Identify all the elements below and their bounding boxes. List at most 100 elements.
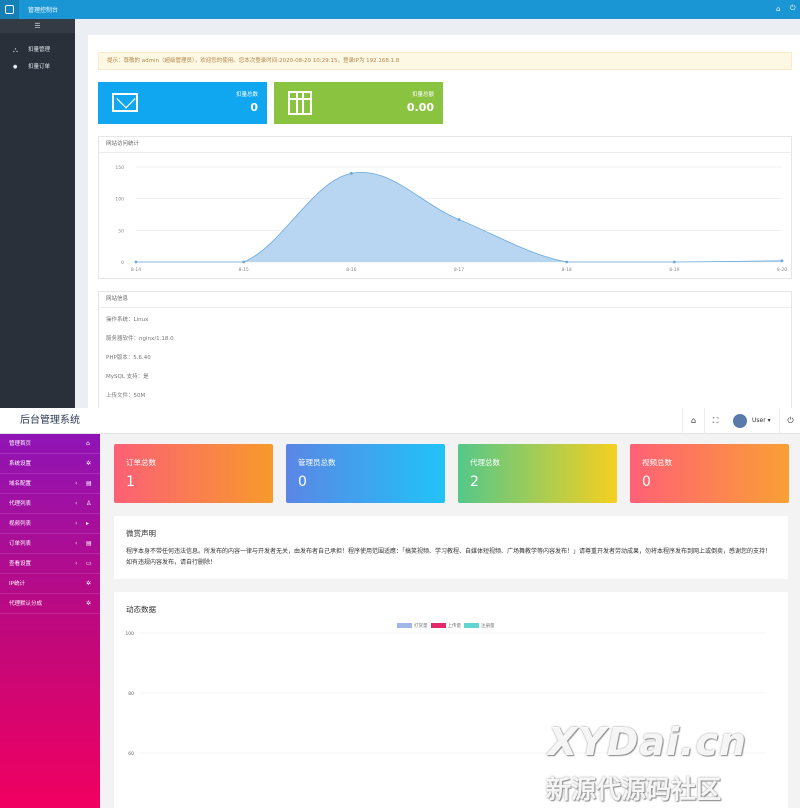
data-point [457,218,461,221]
bottom-header: 后台管理系统 ⌂ ⛶ User ▾ ⏻ [0,408,800,434]
sidebar-item-7[interactable]: IP统计 ✲ [0,574,100,594]
sidebar-item-label: 扣量管理 [28,47,51,53]
chevron-left-icon: ‹ [75,560,78,567]
menu-icon: ⌂ [86,440,90,447]
sidebar-item-label: 视频列表 [9,521,32,527]
panel-title: 网站访问统计 [99,137,791,153]
sitemap-icon: ⛬ [13,46,18,54]
y-tick-label: 80 [128,691,134,697]
sidebar-item-label: 域名配置 [9,481,32,487]
data-point [242,260,246,264]
menu-icon: ▸ [86,520,90,527]
home-icon[interactable]: ⌂ [776,5,780,13]
stat-label: 代理总数 [470,458,500,467]
data-point [565,260,569,264]
sidebar-item-0[interactable]: 管理首页 ⌂ [0,434,100,454]
sidebar-item-label: 扣量订单 [28,64,51,70]
data-point [349,171,353,175]
stat-label: 扣量总额 [411,92,434,98]
app-menu-icon[interactable] [0,0,19,19]
sidebar-collapse-icon[interactable]: ☰ [0,19,75,33]
data-point [672,260,676,264]
sidebar-item-8[interactable]: 代理默认分成 ✲ [0,594,100,614]
envelope-icon [112,93,138,112]
info-php: PHP版本：5.6.40 [106,355,151,361]
y-tick-label: 100 [125,631,134,637]
power-icon[interactable]: ⏻ [779,408,800,434]
sidebar-item-6[interactable]: 查看设置 ‹ ▭ [0,554,100,574]
sidebar-item-deduct-orders[interactable]: ● 扣量订单 [0,59,75,75]
stat-card-deduct-amount: 扣量总额 0.00 [274,82,443,124]
sidebar-item-1[interactable]: 系统设置 ✲ [0,454,100,474]
sidebar-item-4[interactable]: 视频列表 ‹ ▸ [0,514,100,534]
sidebar-item-label: 管理首页 [9,441,32,447]
user-menu[interactable]: User ▾ [752,417,771,424]
stat-label: 管理员总数 [298,458,336,467]
info-mysql: MySQL 支持：是 [106,374,149,380]
y-tick-label: 100 [115,197,124,203]
x-tick-label: 8-20 [777,267,787,273]
stat-value: 0 [298,474,307,490]
x-tick-label: 8-16 [346,267,356,273]
info-upload: 上传文件：50M [106,393,146,399]
sidebar-item-label: IP统计 [9,581,25,587]
menu-icon: ▭ [86,560,92,567]
data-point [134,260,138,264]
x-tick-label: 8-14 [131,267,141,273]
sidebar-item-label: 查看设置 [9,561,32,567]
chevron-left-icon: ‹ [75,500,78,507]
disclaimer-panel: 微赏声明 程序本身不带任何违法信息。所发布的内容一律与开发者无关，由发布者自己承… [114,516,788,579]
table-icon [288,91,312,115]
sidebar-item-deduct-manage[interactable]: ⛬ 扣量管理 [0,42,75,58]
power-icon[interactable]: ⏻ [790,4,796,13]
stat-card: 管理员总数 0 [286,444,445,503]
legend-swatch[interactable] [397,623,412,628]
x-tick-label: 8-19 [669,267,679,273]
stat-card-deduct-count: 扣量总数 0 [98,82,267,124]
stat-value: 1 [126,474,135,490]
sidebar-item-label: 代理列表 [9,501,32,507]
info-os: 操作系统：Linux [106,317,149,323]
legend-swatch[interactable] [464,623,479,628]
sidebar-item-2[interactable]: 域名配置 ‹ ▤ [0,474,100,494]
data-point [780,259,784,263]
bottom-sidebar: 管理首页 ⌂ 系统设置 ✲ 域名配置 ‹ ▤ 代理列表 ‹ ♙ 视频列表 ‹ ▸ 订单列表 ‹ ▤ 查看设置 ‹ ▭… [0,434,100,808]
visits-panel: 网站访问统计 0 50 100 150 8-14 8-15 8-16 8-17 8-18 8-19… [98,136,792,279]
y-tick-label: 60 [128,751,134,757]
sidebar-item-label: 代理默认分成 [9,601,43,607]
chevron-left-icon: ‹ [75,540,78,547]
sidebar-item-5[interactable]: 订单列表 ‹ ▤ [0,534,100,554]
legend-label[interactable]: 上传量 [448,624,462,629]
stat-label: 视频总数 [642,458,672,467]
avatar[interactable] [733,414,747,428]
y-tick-label: 150 [115,165,124,171]
legend-swatch[interactable] [430,623,446,628]
chart-legend: 打赏量 上传量 注册量 [394,623,495,629]
stat-card: 代理总数 2 [458,444,617,503]
login-notice: 提示：尊敬的 admin（超级管理员），欢迎您的使用。您本次登录时间:2020-… [98,52,792,70]
legend-label[interactable]: 打赏量 [414,624,428,629]
chevron-left-icon: ‹ [75,520,78,527]
x-tick-label: 8-18 [562,267,572,273]
stat-label: 扣量总数 [235,92,258,98]
info-server: 服务器软件：nginx/1.18.0 [106,336,174,342]
top-main-content: 提示：尊敬的 admin（超级管理员），欢迎您的使用。您本次登录时间:2020-… [88,35,800,408]
stat-card: 订单总数 1 [114,444,273,503]
area-fill [136,172,782,262]
x-tick-label: 8-17 [454,267,464,273]
chevron-left-icon: ‹ [75,480,78,487]
sidebar-item-3[interactable]: 代理列表 ‹ ♙ [0,494,100,514]
admin-console-top: 管理控制台 ⌂ ⏻ ☰ ⛬ 扣量管理 ● 扣量订单 提示：尊敬的 admin（超… [0,0,800,408]
panel-title: 微赏声明 [126,529,156,538]
stat-value: 0.00 [406,101,434,114]
panel-title: 网站信息 [99,292,791,308]
fullscreen-icon[interactable]: ⛶ [704,408,726,434]
menu-icon: ✲ [86,580,92,587]
watermark-subtitle: 新源代源码社区 [546,775,722,804]
disclaimer-text: 程序本身不带任何违法信息。所发布的内容一律与开发者无关，由发布者自己承担！程序使… [126,548,772,566]
home-icon[interactable]: ⌂ [682,408,704,434]
legend-label[interactable]: 注册量 [481,624,495,629]
brand-title: 后台管理系统 [20,415,80,426]
visits-area-chart: 0 50 100 150 8-14 8-15 8-16 8-17 8-18 8-19 8-20 [115,165,787,273]
menu-icon: ✲ [86,600,92,607]
